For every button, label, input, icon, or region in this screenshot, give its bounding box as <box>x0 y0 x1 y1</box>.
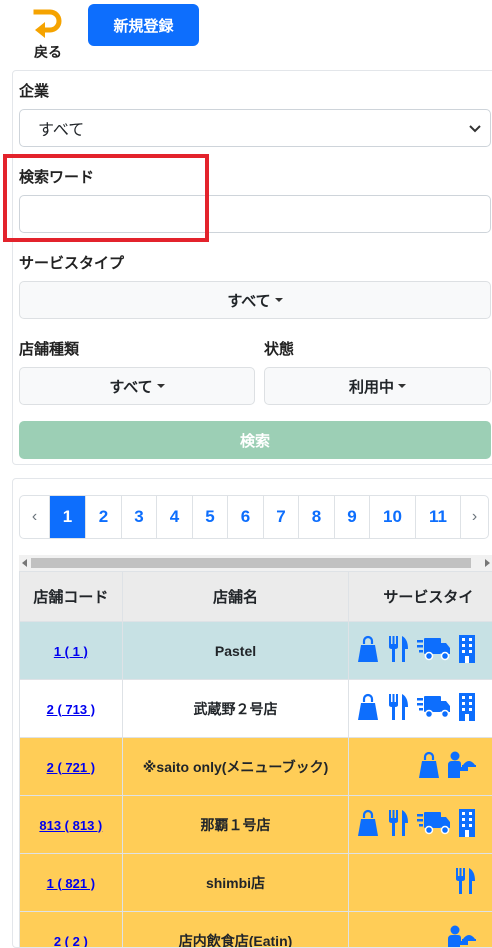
service-type-cell <box>349 680 492 738</box>
fork-knife-icon <box>387 693 409 724</box>
waiter-icon <box>448 925 476 948</box>
service-type-cell <box>349 854 492 912</box>
store-code-link[interactable]: 1 ( 1 ) <box>54 644 88 659</box>
store-name-cell: Pastel <box>122 622 349 680</box>
store-code-link[interactable]: 2 ( 721 ) <box>47 760 95 775</box>
service-type-value: すべて <box>227 290 270 311</box>
back-label: 戻る <box>22 42 74 62</box>
page-11[interactable]: 11 <box>416 496 461 538</box>
takeout-bag-icon <box>357 809 379 840</box>
new-register-button[interactable]: 新規登録 <box>88 4 199 46</box>
service-type-label: サービスタイプ <box>19 252 124 273</box>
filter-panel: 企業 すべて 検索ワード サービスタイプ すべて 店舗種類 状態 すべて 利用中… <box>12 70 492 465</box>
header-store-code: 店舗コード <box>20 572 123 622</box>
takeout-bag-icon <box>357 635 379 666</box>
status-dropdown[interactable]: 利用中 <box>264 367 491 405</box>
caret-down-icon <box>275 298 283 302</box>
chevron-down-icon <box>468 121 482 135</box>
horizontal-scrollbar[interactable] <box>19 555 492 571</box>
store-code-cell: 2 ( 713 ) <box>20 680 123 738</box>
store-table: 店舗コード 店舗名 サービスタイ 1 ( 1 ) Pastel 2 ( 713 ) 武… <box>19 571 492 948</box>
table-body: 1 ( 1 ) Pastel 2 ( 713 ) 武蔵野２号店 2 ( 721 ) ※sa… <box>20 622 492 948</box>
header-service-type: サービスタイ <box>349 572 492 622</box>
store-code-link[interactable]: 1 ( 821 ) <box>47 876 95 891</box>
scroll-right-icon[interactable] <box>485 559 490 567</box>
page-1[interactable]: 1 <box>50 496 86 538</box>
page-5[interactable]: 5 <box>193 496 228 538</box>
service-type-cell <box>349 796 492 854</box>
table-row[interactable]: 1 ( 1 ) Pastel <box>20 622 492 680</box>
service-type-dropdown[interactable]: すべて <box>19 281 491 319</box>
highlight-box <box>3 154 209 242</box>
store-code-cell: 1 ( 1 ) <box>20 622 123 680</box>
table-row[interactable]: 1 ( 821 ) shimbi店 <box>20 854 492 912</box>
top-bar: 戻る 新規登録 <box>0 0 492 66</box>
results-panel: ‹ 1 2 3 4 5 6 7 8 9 10 11 › 店舗コード 店舗名 サー… <box>12 478 492 948</box>
company-label: 企業 <box>19 80 49 101</box>
store-code-cell: 1 ( 821 ) <box>20 854 123 912</box>
status-value: 利用中 <box>349 376 394 397</box>
service-type-cell <box>349 912 492 948</box>
store-name-cell: 武蔵野２号店 <box>122 680 349 738</box>
scrollbar-thumb[interactable] <box>31 558 471 568</box>
delivery-truck-icon <box>417 636 451 665</box>
search-button[interactable]: 検索 <box>19 421 491 459</box>
scroll-left-icon[interactable] <box>22 559 27 567</box>
page-4[interactable]: 4 <box>157 496 193 538</box>
status-label: 状態 <box>264 338 294 359</box>
table-row[interactable]: 2 ( 2 )店内飲食店(Eatin) <box>20 912 492 948</box>
store-name-cell: shimbi店 <box>122 854 349 912</box>
caret-down-icon <box>157 384 165 388</box>
table-row[interactable]: 2 ( 713 ) 武蔵野２号店 <box>20 680 492 738</box>
store-kind-value: すべて <box>109 376 152 397</box>
delivery-truck-icon <box>417 810 451 839</box>
company-select-value: すべて <box>38 116 84 140</box>
table-row[interactable]: 813 ( 813 ) 那覇１号店 <box>20 796 492 854</box>
building-icon <box>459 635 475 666</box>
fork-knife-icon <box>387 635 409 666</box>
store-name-cell: 店内飲食店(Eatin) <box>122 912 349 948</box>
header-store-name: 店舗名 <box>122 572 349 622</box>
company-select[interactable]: すべて <box>19 109 491 147</box>
page-10[interactable]: 10 <box>370 496 416 538</box>
takeout-bag-icon <box>357 693 379 724</box>
page-6[interactable]: 6 <box>228 496 264 538</box>
page-2[interactable]: 2 <box>86 496 122 538</box>
store-code-cell: 2 ( 721 ) <box>20 738 123 796</box>
service-type-cell <box>349 622 492 680</box>
page-3[interactable]: 3 <box>122 496 157 538</box>
table-header-row: 店舗コード 店舗名 サービスタイ <box>20 572 492 622</box>
store-code-link[interactable]: 813 ( 813 ) <box>39 818 102 833</box>
store-kind-dropdown[interactable]: すべて <box>19 367 255 405</box>
waiter-icon <box>448 751 476 782</box>
building-icon <box>459 809 475 840</box>
pagination: ‹ 1 2 3 4 5 6 7 8 9 10 11 › <box>19 495 489 539</box>
store-code-cell: 2 ( 2 ) <box>20 912 123 948</box>
service-type-cell <box>349 738 492 796</box>
store-name-cell: ※saito only(メニューブック) <box>122 738 349 796</box>
page-prev[interactable]: ‹ <box>20 496 50 538</box>
store-kind-label: 店舗種類 <box>19 338 79 359</box>
return-arrow-icon <box>30 8 66 38</box>
fork-knife-icon <box>454 867 476 898</box>
fork-knife-icon <box>387 809 409 840</box>
store-code-link[interactable]: 2 ( 713 ) <box>47 702 95 717</box>
caret-down-icon <box>398 384 406 388</box>
delivery-truck-icon <box>417 694 451 723</box>
table-row[interactable]: 2 ( 721 ) ※saito only(メニューブック) <box>20 738 492 796</box>
store-code-cell: 813 ( 813 ) <box>20 796 123 854</box>
back-button[interactable]: 戻る <box>22 8 74 62</box>
building-icon <box>459 693 475 724</box>
takeout-bag-icon <box>418 751 440 782</box>
page-next[interactable]: › <box>461 496 488 538</box>
page-9[interactable]: 9 <box>335 496 370 538</box>
page-8[interactable]: 8 <box>299 496 335 538</box>
store-name-cell: 那覇１号店 <box>122 796 349 854</box>
page-7[interactable]: 7 <box>264 496 299 538</box>
